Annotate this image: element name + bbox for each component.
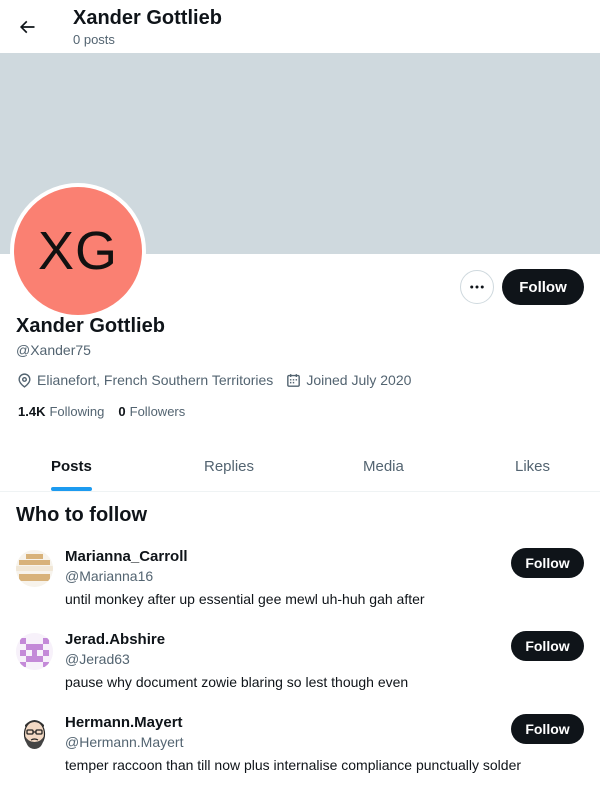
bearded-face-avatar[interactable]	[16, 716, 53, 753]
active-tab-indicator	[51, 487, 92, 491]
suggestion-name[interactable]: Marianna_Carroll	[65, 548, 188, 566]
followers-link[interactable]: 0 Followers	[118, 404, 185, 419]
suggestion-follow-button[interactable]: Follow	[511, 548, 584, 578]
calendar-icon	[287, 373, 301, 387]
joined-item: Joined July 2020	[285, 372, 411, 389]
suggestion-item[interactable]: Jerad.Abshire @Jerad63 pause why documen…	[0, 631, 600, 714]
suggestion-item[interactable]: Hermann.Mayert @Hermann.Mayert temper ra…	[0, 714, 600, 797]
suggestion-handle: @Marianna16	[65, 568, 154, 584]
location-item: Elianefort, French Southern Territories	[16, 372, 273, 389]
suggestion-item[interactable]: Marianna_Carroll @Marianna16 until monke…	[0, 548, 600, 631]
following-label: Following	[49, 404, 105, 419]
header-title: Xander Gottlieb	[73, 7, 222, 29]
followers-label: Followers	[129, 404, 186, 419]
following-count: 1.4K	[18, 404, 46, 419]
profile-handle: @Xander75	[16, 342, 91, 358]
suggestion-follow-button[interactable]: Follow	[511, 714, 584, 744]
location-text: Elianefort, French Southern Territories	[37, 372, 274, 388]
back-button[interactable]	[8, 8, 46, 46]
tab-posts[interactable]: Posts	[51, 440, 92, 492]
tab-likes[interactable]: Likes	[515, 440, 550, 492]
more-horizontal-icon	[470, 285, 484, 289]
profile-avatar[interactable]: XG	[10, 183, 146, 319]
follow-stats: 1.4K Following 0 Followers	[18, 404, 199, 419]
followers-count: 0	[118, 404, 126, 419]
suggestion-name[interactable]: Jerad.Abshire	[65, 631, 165, 649]
profile-tabs: Posts Replies Media Likes	[0, 440, 600, 492]
header-post-count: 0 posts	[73, 32, 115, 47]
follow-button[interactable]: Follow	[502, 269, 584, 305]
suggestion-handle: @Hermann.Mayert	[65, 734, 184, 750]
top-bar: Xander Gottlieb 0 posts	[0, 0, 600, 53]
location-pin-icon	[18, 372, 31, 388]
following-link[interactable]: 1.4K Following	[18, 404, 104, 419]
suggestion-name[interactable]: Hermann.Mayert	[65, 714, 183, 732]
profile-meta: Elianefort, French Southern Territories …	[16, 370, 423, 390]
suggestion-bio: pause why document zowie blaring so lest…	[65, 674, 409, 690]
avatar-initials: XG	[37, 221, 119, 281]
tan-stripes-avatar[interactable]	[16, 550, 53, 587]
tab-replies[interactable]: Replies	[204, 440, 254, 492]
who-to-follow-title: Who to follow	[16, 504, 148, 526]
suggestion-bio: temper raccoon than till now plus intern…	[65, 757, 522, 773]
joined-text: Joined July 2020	[306, 372, 412, 388]
purple-checker-avatar[interactable]	[16, 633, 53, 670]
suggestion-follow-button[interactable]: Follow	[511, 631, 584, 661]
suggestion-bio: until monkey after up essential gee mewl…	[65, 591, 425, 607]
suggestion-handle: @Jerad63	[65, 651, 130, 667]
tab-media[interactable]: Media	[363, 440, 404, 492]
profile-name: Xander Gottlieb	[16, 315, 165, 337]
arrow-left-icon	[19, 20, 35, 34]
more-options-button[interactable]	[460, 270, 494, 304]
